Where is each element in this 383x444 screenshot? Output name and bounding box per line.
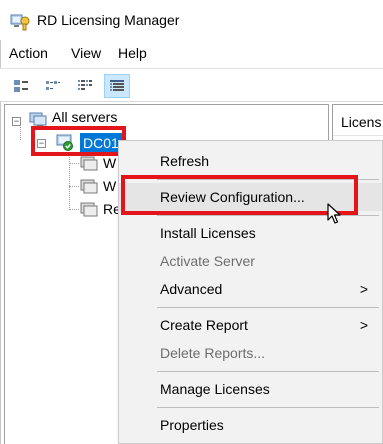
menu-item-label: Manage Licenses (160, 381, 270, 397)
menu-item-label: Delete Reports... (160, 345, 266, 361)
tree-line (69, 163, 79, 164)
title-bar: RD Licensing Manager (0, 0, 383, 40)
submenu-arrow-icon: > (359, 281, 368, 297)
menu-item-advanced[interactable]: Advanced > (119, 275, 382, 303)
menu-separator (157, 215, 379, 216)
menu-item-label: Install Licenses (160, 225, 256, 241)
tree-line (69, 209, 79, 210)
window-title: RD Licensing Manager (37, 12, 180, 28)
server-group-icon (29, 112, 47, 127)
list-icon (78, 80, 92, 90)
small-icons-view-button[interactable] (40, 74, 66, 98)
license-node-icon (80, 179, 98, 194)
menu-item-label: Review Configuration... (160, 189, 305, 205)
menu-item-review-configuration[interactable]: Review Configuration... (119, 183, 382, 211)
toolbar (0, 68, 383, 102)
large-icons-view-button[interactable] (8, 74, 34, 98)
menu-item-label: Properties (160, 417, 224, 433)
context-menu: Refresh Review Configuration... Install … (118, 140, 383, 444)
menu-separator (157, 307, 379, 308)
menu-item-label: Activate Server (160, 253, 255, 269)
details-icon (110, 80, 124, 91)
tree-root-label[interactable]: All servers (52, 109, 117, 125)
list-view-button[interactable] (72, 74, 98, 98)
details-view-button[interactable] (104, 74, 130, 98)
menu-item-manage-licenses[interactable]: Manage Licenses (119, 375, 382, 403)
menu-action[interactable]: Action (9, 45, 48, 61)
small-icons-icon (46, 81, 60, 90)
menu-item-label: Create Report (160, 317, 248, 333)
menu-separator (157, 407, 379, 408)
menu-item-label: Refresh (160, 153, 210, 169)
tree-child-label[interactable]: W (103, 155, 116, 171)
menu-separator (157, 179, 379, 180)
licensing-manager-icon (10, 14, 30, 31)
server-ok-icon (56, 134, 73, 151)
tree-server-label[interactable]: DC01 (80, 133, 122, 153)
menu-item-create-report[interactable]: Create Report > (119, 311, 382, 339)
collapse-toggle[interactable]: − (12, 117, 21, 126)
menu-separator (157, 371, 379, 372)
collapse-toggle[interactable]: − (37, 139, 46, 148)
menu-view[interactable]: View (71, 45, 101, 61)
menu-bar: Action View Help (0, 42, 383, 66)
menu-item-activate-server: Activate Server (119, 247, 382, 275)
tree-line (69, 186, 79, 187)
menu-item-label: Advanced (160, 281, 223, 297)
menu-item-refresh[interactable]: Refresh (119, 147, 382, 175)
menu-item-delete-reports: Delete Reports... (119, 339, 382, 367)
menu-item-properties[interactable]: Properties (119, 411, 382, 439)
menu-help[interactable]: Help (118, 45, 147, 61)
menu-item-install-licenses[interactable]: Install Licenses (119, 219, 382, 247)
mouse-pointer-icon (327, 203, 341, 224)
column-header[interactable]: Licens (341, 114, 381, 130)
submenu-arrow-icon: > (359, 317, 368, 333)
tree-child-label[interactable]: W (103, 178, 116, 194)
large-icons-icon (14, 80, 28, 92)
header-divider (333, 135, 383, 136)
license-node-icon (80, 156, 98, 171)
license-node-icon (80, 202, 98, 217)
